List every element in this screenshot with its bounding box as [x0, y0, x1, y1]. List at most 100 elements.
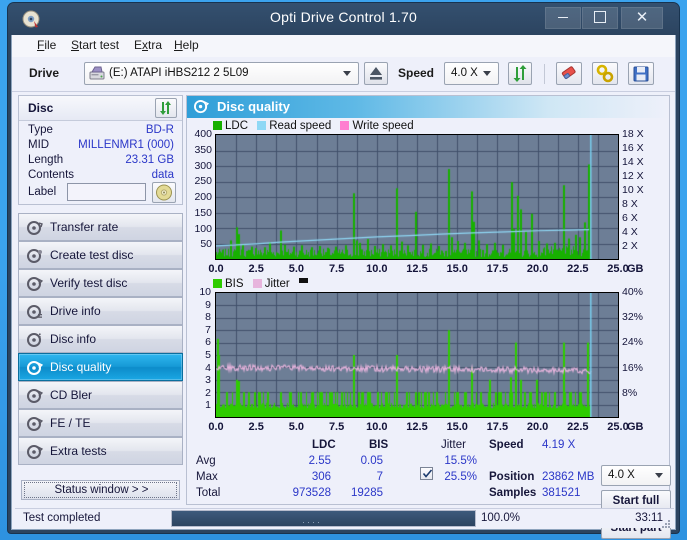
disc-icon	[27, 276, 43, 292]
refresh-button[interactable]	[508, 62, 532, 85]
label-caption: Label	[28, 186, 56, 198]
axis-tick: 100	[187, 223, 212, 235]
axis-tick: 40%	[622, 286, 666, 298]
stats-row-total-label: Total	[196, 487, 220, 499]
jitter-checkbox[interactable]	[420, 467, 433, 480]
axis-tick: 7.5	[319, 263, 355, 275]
menu-file[interactable]: File	[34, 38, 59, 52]
legend-swatch-bis	[213, 279, 222, 288]
axis-tick: 10.0	[359, 421, 395, 433]
axis-tick: 22.5	[560, 263, 596, 275]
eject-icon	[365, 63, 387, 84]
sidebar-item-drive-info[interactable]: Drive info	[18, 297, 183, 325]
axis-tick: 17.5	[479, 263, 515, 275]
axis-tick: 18 X	[622, 128, 662, 140]
speed-select[interactable]: 4.0 X	[444, 62, 499, 85]
elapsed-time: 33:11	[615, 512, 663, 524]
sidebar-item-create-test-disc[interactable]: Create test disc	[18, 241, 183, 269]
menu-extra[interactable]: Extra	[131, 38, 165, 52]
stats-row-max-label: Max	[196, 471, 218, 483]
axis-tick: 10.0	[359, 263, 395, 275]
sidebar-item-fe-te[interactable]: FE / TE	[18, 409, 183, 437]
sidebar-item-cd-bler[interactable]: CD Bler	[18, 381, 183, 409]
stats-row-avg-label: Avg	[196, 455, 216, 467]
speed-value: 4.0 X	[451, 67, 478, 79]
maximize-button[interactable]	[582, 7, 618, 29]
legend-label-jitter: Jitter	[265, 278, 290, 290]
sidebar-item-label: Transfer rate	[50, 220, 118, 234]
axis-tick: 5.0	[278, 421, 314, 433]
test-speed-select[interactable]: 4.0 X	[601, 465, 671, 486]
status-window-button[interactable]: Status window > >	[21, 480, 180, 500]
axis-tick: 150	[187, 207, 212, 219]
sidebar-item-verify-test-disc[interactable]: Verify test disc	[18, 269, 183, 297]
progress-fill	[172, 511, 475, 526]
sidebar-item-label: Drive info	[50, 304, 101, 318]
chart2-plot-area	[215, 292, 619, 418]
progress-dots: ····	[302, 517, 322, 527]
sidebar-item-transfer-rate[interactable]: Transfer rate	[18, 213, 183, 241]
axis-tick: 9	[189, 299, 211, 311]
sidebar-item-disc-info[interactable]: Disc info	[18, 325, 183, 353]
axis-tick: 2.5	[238, 263, 274, 275]
title-bar: Opti Drive Control 1.70 ✕	[8, 3, 679, 35]
axis-tick: 2	[189, 387, 211, 399]
sidebar-item-label: Disc info	[50, 332, 96, 346]
disc-row-key: MID	[28, 139, 49, 151]
chevron-down-icon	[483, 71, 491, 76]
axis-tick: 2.5	[238, 421, 274, 433]
erase-button[interactable]	[556, 62, 582, 85]
disc-row-type: Type BD-R	[19, 124, 182, 139]
axis-tick: 5.0	[278, 263, 314, 275]
axis-tick: 3	[189, 374, 211, 386]
axis-tick: 300	[187, 160, 212, 172]
eject-button[interactable]	[364, 62, 388, 85]
axis-tick: 7	[189, 324, 211, 336]
disc-row-value: BD-R	[146, 124, 174, 136]
minimize-button[interactable]	[545, 7, 581, 29]
save-icon	[629, 63, 653, 84]
label-input[interactable]	[67, 183, 146, 201]
menu-help[interactable]: Help	[171, 38, 202, 52]
label-cd-button[interactable]	[152, 182, 176, 203]
disc-info-header: Disc	[19, 96, 182, 121]
menu-start-test[interactable]: Start test	[68, 38, 122, 52]
refresh-icon	[156, 99, 176, 117]
stats-ldc-max: 306	[277, 471, 331, 483]
close-button[interactable]: ✕	[621, 7, 663, 29]
stats-ldc-total: 973528	[265, 487, 331, 499]
save-button[interactable]	[628, 62, 654, 85]
axis-tick: 350	[187, 144, 212, 156]
client-area: File Start test Extra Help Drive (E:) AT…	[11, 35, 676, 530]
tools-button[interactable]	[592, 62, 618, 85]
stats-jitter-avg: 15.5%	[403, 455, 477, 467]
axis-tick: 15.0	[439, 263, 475, 275]
disc-icon	[27, 332, 43, 348]
status-text: Test completed	[23, 512, 100, 524]
axis-tick: 4 X	[622, 226, 662, 238]
close-icon: ✕	[636, 9, 649, 26]
legend-swatch-jitter	[253, 279, 262, 288]
resize-grip[interactable]	[661, 516, 671, 526]
stats-samples-label: Samples	[489, 487, 536, 499]
stats-header-ldc: LDC	[312, 439, 336, 451]
axis-tick: 6	[189, 336, 211, 348]
toolbar-separator	[544, 64, 545, 84]
disc-label-row: Label	[19, 181, 182, 205]
stats-position-label: Position	[489, 471, 534, 483]
disc-row-key: Contents	[28, 169, 74, 181]
drive-select[interactable]: (E:) ATAPI iHBS212 2 5L09	[84, 62, 359, 85]
sidebar-item-disc-quality[interactable]: Disc quality	[18, 353, 183, 381]
disc-refresh-button[interactable]	[155, 98, 177, 118]
legend-label-bis: BIS	[225, 278, 244, 290]
disc-icon	[27, 220, 43, 236]
status-window-label: Status window > >	[22, 484, 181, 496]
stats-bis-total: 19285	[333, 487, 383, 499]
sidebar-item-extra-tests[interactable]: Extra tests	[18, 437, 183, 465]
legend-swatch-ldc	[213, 121, 222, 130]
check-icon	[422, 468, 433, 479]
sidebar-item-label: FE / TE	[50, 416, 90, 430]
axis-tick: 14 X	[622, 156, 662, 168]
axis-tick: 10	[189, 286, 211, 298]
toolbar: Drive (E:) ATAPI iHBS212 2 5L09	[12, 57, 675, 92]
